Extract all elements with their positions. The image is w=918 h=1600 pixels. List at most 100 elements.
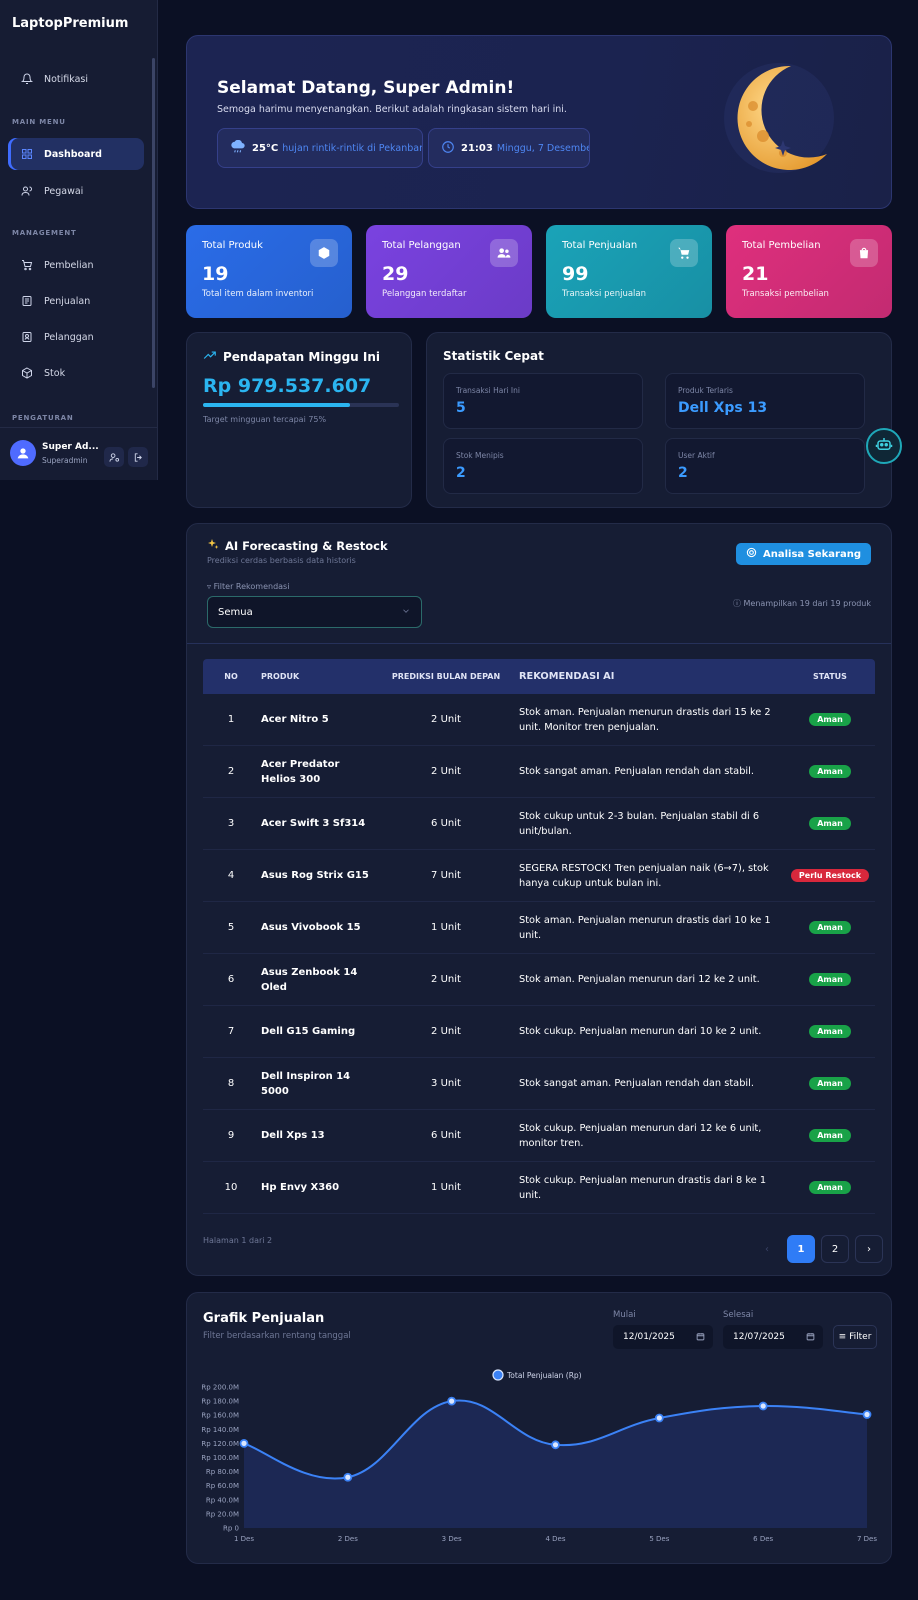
data-point[interactable] [758, 1401, 768, 1411]
data-point[interactable] [343, 1472, 353, 1482]
cell-status: Aman [785, 1077, 875, 1090]
trend-up-icon [203, 349, 217, 364]
end-date-input[interactable]: 12/07/2025 [723, 1325, 823, 1349]
quick-stat-low-stock: Stok Menipis 2 [443, 438, 643, 494]
cart-icon [670, 239, 698, 267]
data-point[interactable] [239, 1439, 249, 1448]
status-badge: Aman [809, 817, 851, 830]
cell-no: 6 [227, 974, 235, 985]
sidebar-item-stock[interactable]: Stok [8, 357, 144, 389]
y-tick-label: Rp 140.0M [201, 1426, 239, 1434]
quick-stats-title: Statistik Cepat [443, 349, 544, 363]
user-profile: Super Ad... Superadmin [0, 427, 158, 479]
avatar[interactable] [10, 440, 36, 466]
x-tick-label: 3 Des [442, 1535, 462, 1543]
cell-prediction: 6 Unit [431, 1130, 461, 1141]
user-name: Super Ad... [42, 442, 99, 452]
cell-prediction: 1 Unit [431, 922, 461, 933]
users-icon [490, 239, 518, 267]
cloud-rain-icon [230, 139, 246, 157]
sales-chart-card: Grafik Penjualan Filter berdasarkan rent… [186, 1292, 892, 1564]
status-badge: Aman [809, 1077, 851, 1090]
user-gear-icon [108, 448, 120, 467]
stat-card-customers[interactable]: Total Pelanggan 29 Pelanggan terdaftar [366, 225, 532, 318]
sidebar-item-employees[interactable]: Pegawai [8, 175, 144, 207]
status-badge: Aman [809, 765, 851, 778]
moon-icon [719, 58, 839, 182]
cell-prediction: 2 Unit [431, 1026, 461, 1037]
data-point[interactable] [447, 1396, 457, 1406]
welcome-subtitle: Semoga harimu menyenangkan. Berikut adal… [217, 104, 567, 115]
income-progress [203, 403, 399, 407]
cell-product: Acer Swift 3 Sf314 [261, 818, 366, 829]
cell-no: 9 [227, 1130, 235, 1141]
filter-label-row: ▿ Filter Rekomendasi [207, 582, 289, 591]
stat-title: Total Penjualan [562, 240, 638, 251]
start-date-input[interactable]: 12/01/2025 [613, 1325, 713, 1349]
sidebar-item-sales[interactable]: Penjualan [8, 285, 144, 317]
stat-desc: Pelanggan terdaftar [382, 289, 467, 299]
cell-status: Perlu Restock [785, 869, 875, 882]
ai-forecasting-card: AI Forecasting & Restock Prediksi cerdas… [186, 523, 892, 1276]
y-tick-label: Rp 160.0M [201, 1412, 239, 1420]
sidebar-item-notifications[interactable]: Notifikasi [8, 63, 144, 95]
sidebar-item-dashboard[interactable]: Dashboard [8, 138, 144, 170]
chatbot-button[interactable] [866, 428, 902, 464]
status-badge: Aman [809, 1181, 851, 1194]
prev-page-button[interactable]: ‹ [753, 1235, 781, 1263]
quick-stat-value: 2 [678, 465, 688, 481]
income-amount: Rp 979.537.607 [203, 375, 372, 397]
quick-stat-value: 2 [456, 465, 466, 481]
cell-no: 2 [227, 766, 235, 777]
chevron-down-icon [401, 606, 411, 619]
data-point[interactable] [654, 1413, 664, 1423]
table-row: 9 Dell Xps 13 6 Unit Stok cukup. Penjualan … [203, 1110, 875, 1162]
table-row: 1 Acer Nitro 5 2 Unit Stok aman. Penjualan … [203, 694, 875, 746]
analyze-now-button[interactable]: Analisa Sekarang [736, 543, 871, 565]
filter-button[interactable]: ≡ Filter [833, 1325, 877, 1349]
cell-prediction: 7 Unit [431, 870, 461, 881]
data-point[interactable] [551, 1440, 560, 1450]
clock-icon [441, 140, 455, 157]
quick-stat-value: 5 [456, 400, 466, 416]
page-button-2[interactable]: 2 [821, 1235, 849, 1263]
sidebar-item-label: Pembelian [44, 259, 94, 271]
recommendation-filter-select[interactable]: Semua [207, 596, 422, 628]
status-badge: Perlu Restock [790, 869, 870, 882]
cell-recommendation: Stok sangat aman. Penjualan rendah dan s… [519, 1078, 754, 1089]
table-body: 1 Acer Nitro 5 2 Unit Stok aman. Penjualan … [203, 694, 875, 1214]
logout-button[interactable] [128, 447, 148, 467]
cart-icon [20, 258, 34, 272]
quick-stat-label: Stok Menipis [456, 451, 504, 460]
stat-value: 19 [202, 263, 229, 285]
user-settings-button[interactable] [104, 447, 124, 467]
sidebar-item-purchases[interactable]: Pembelian [8, 249, 144, 281]
cell-no: 7 [227, 1026, 235, 1037]
table-row: 4 Asus Rog Strix G15 7 Unit SEGERA RESTOCK!… [203, 850, 875, 902]
ai-title-row: AI Forecasting & Restock [207, 538, 388, 553]
legend-label: Total Penjualan (Rp) [506, 1371, 582, 1380]
page-button-1[interactable]: 1 [787, 1235, 815, 1263]
stat-card-purchases[interactable]: Total Pembelian 21 Transaksi pembelian [726, 225, 892, 318]
box-icon [20, 366, 34, 380]
sidebar-item-customers[interactable]: Pelanggan [8, 321, 144, 353]
income-title: Pendapatan Minggu Ini [223, 349, 381, 364]
next-page-button[interactable]: › [855, 1235, 883, 1263]
stat-desc: Transaksi penjualan [562, 289, 647, 299]
cell-no: 3 [227, 818, 235, 829]
filter-button-label: Filter [849, 1332, 872, 1342]
sidebar-item-label: Stok [44, 367, 66, 379]
section-title-management: MANAGEMENT [12, 229, 77, 237]
start-date-value: 12/01/2025 [623, 1332, 675, 1342]
sidebar-scrollbar[interactable] [152, 58, 155, 388]
ai-title: AI Forecasting & Restock [225, 538, 388, 553]
table-row: 5 Asus Vivobook 15 1 Unit Stok aman. Penjua… [203, 902, 875, 954]
stat-card-sales[interactable]: Total Penjualan 99 Transaksi penjualan [546, 225, 712, 318]
cell-product: Asus Rog Strix G15 [261, 870, 369, 881]
stat-value: 29 [382, 263, 409, 285]
cell-product: Acer Nitro 5 [261, 714, 329, 725]
data-point[interactable] [862, 1410, 872, 1419]
stat-card-products[interactable]: Total Produk 19 Total item dalam invento… [186, 225, 352, 318]
x-tick-label: 5 Des [649, 1535, 669, 1543]
cell-no: 8 [227, 1078, 235, 1089]
